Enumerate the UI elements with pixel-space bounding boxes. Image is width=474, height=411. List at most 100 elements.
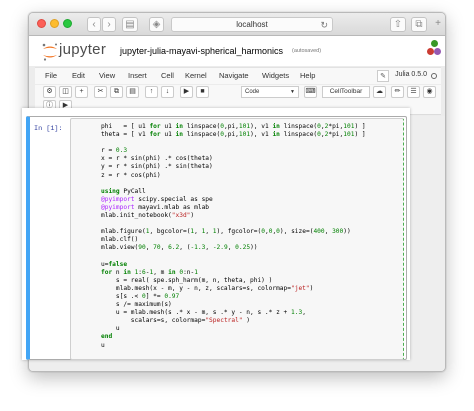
code-line[interactable]: phi = [ u1 for u1 in linspace(0,pi,101),… — [101, 123, 401, 131]
share-icon[interactable]: ⇧ — [390, 17, 406, 32]
code-token: for — [149, 131, 161, 139]
cloud-icon[interactable]: ☁ — [373, 86, 386, 98]
list-icon[interactable]: ☰ — [407, 86, 420, 98]
code-editor[interactable]: phi = [ u1 for u1 in linspace(0,pi,101),… — [101, 123, 401, 350]
code-token: *pi, — [328, 123, 344, 130]
code-token: ) — [309, 284, 314, 292]
code-line[interactable]: z = r * cos(phi) — [101, 172, 401, 180]
code-line[interactable]: s[s .< 0] *= 0.97 — [101, 293, 401, 301]
code-line[interactable]: mlab.mesh(x - m, y - n, z, scalars=s, co… — [101, 285, 401, 293]
code-token: 90 — [138, 244, 146, 252]
menu-cell[interactable]: Cell — [161, 71, 174, 80]
menu-file[interactable]: File — [45, 71, 57, 80]
code-token: ) — [190, 212, 195, 220]
code-line[interactable]: mlab.init_notebook("x3d") — [101, 212, 401, 220]
code-line[interactable]: theta = [ v1 for u1 in linspace(0,pi,101… — [101, 131, 401, 139]
celltoolbar-button[interactable]: CellToolbar — [322, 86, 370, 98]
sidebar-icon[interactable]: ▤ — [122, 17, 138, 32]
code-line[interactable]: y = r * sin(phi) .* sin(theta) — [101, 163, 401, 171]
paste-icon[interactable]: ▤ — [126, 86, 139, 98]
code-line[interactable]: x = r * sin(phi) .* cos(theta) — [101, 155, 401, 163]
code-token: x = r * sin(phi) .* cos(theta) — [101, 155, 213, 163]
code-token: ,pi, — [223, 131, 239, 139]
code-token: PyCall — [119, 187, 146, 195]
code-token: for — [149, 123, 161, 130]
code-token: :n- — [183, 268, 195, 276]
jupyter-logo-icon[interactable] — [41, 42, 59, 62]
code-token: u1 — [160, 131, 176, 139]
code-token: mlab.view( — [101, 244, 139, 252]
code-line[interactable]: @pyimport scipy.special as spe — [101, 196, 401, 204]
code-token: "jet" — [291, 284, 310, 292]
shield-icon[interactable]: ◈ — [149, 17, 164, 32]
code-line[interactable]: s = real( spe.sph_harm(m, n, theta, phi)… — [101, 277, 401, 285]
code-line[interactable]: end — [101, 333, 401, 341]
brush-icon[interactable]: ✏ — [391, 86, 404, 98]
code-line[interactable]: u = mlab.mesh(s .* x - m, s .* y - n, s … — [101, 309, 401, 317]
code-line[interactable]: using PyCall — [101, 188, 401, 196]
code-token: @pyimport — [101, 203, 135, 211]
code-line[interactable]: @pyimport mayavi.mlab as mlab — [101, 204, 401, 212]
back-icon[interactable]: ‹ — [87, 17, 101, 32]
new-tab-icon[interactable]: + — [433, 17, 443, 32]
run-icon[interactable]: ▶ — [180, 86, 193, 98]
code-token: , — [160, 244, 169, 252]
code-line[interactable]: scalars=s, colormap="Spectral" ) — [101, 317, 401, 325]
zoom-window-button[interactable] — [63, 19, 72, 28]
menu-edit[interactable]: Edit — [72, 71, 85, 80]
kernel-status-icon — [431, 73, 437, 79]
code-token: 0.25 — [235, 244, 251, 252]
code-token: , — [324, 228, 333, 236]
tabs-icon[interactable]: ⧉ — [411, 17, 427, 32]
cut-icon[interactable]: ✂ — [94, 86, 107, 98]
github-icon[interactable]: ◉ — [423, 86, 436, 98]
save-icon[interactable]: ◫ — [59, 86, 72, 98]
notebook-name[interactable]: jupyter-julia-mayavi-spherical_harmonics — [120, 46, 283, 56]
code-line[interactable]: for n in 1:6-1, m in 0:n-1 — [101, 269, 401, 277]
code-token: ,pi, — [223, 123, 239, 130]
move-down-icon[interactable]: ↓ — [161, 86, 174, 98]
reload-icon[interactable]: ↻ — [320, 18, 328, 32]
code-token: ), v1 — [250, 123, 273, 130]
menu-view[interactable]: View — [99, 71, 115, 80]
edit-pencil-icon[interactable]: ✎ — [377, 70, 389, 82]
code-token: ) ] — [354, 131, 366, 139]
menu-help[interactable]: Help — [300, 71, 315, 80]
add-cell-icon[interactable]: + — [75, 86, 88, 98]
menu-navigate[interactable]: Navigate — [219, 71, 249, 80]
jupyter-logo-text[interactable]: jupyter — [59, 41, 106, 58]
kernel-name[interactable]: Julia 0.5.0 — [395, 71, 427, 78]
code-token: in — [272, 123, 280, 130]
code-line[interactable] — [101, 253, 401, 261]
code-line[interactable]: s /= maximum(s) — [101, 301, 401, 309]
keyboard-icon[interactable]: ⌨ — [304, 86, 317, 98]
code-token: y = r * sin(phi) .* sin(theta) — [101, 163, 213, 171]
code-token: mlab.init_notebook( — [101, 212, 172, 220]
stop-icon[interactable]: ■ — [196, 86, 209, 98]
forward-icon[interactable]: › — [102, 17, 116, 32]
code-token: , ( — [179, 244, 191, 252]
copy-icon[interactable]: ⧉ — [110, 86, 123, 98]
code-line[interactable]: r = 0.3 — [101, 147, 401, 155]
cell-type-select[interactable]: Code ▼ — [241, 86, 299, 98]
code-line[interactable]: u — [101, 342, 401, 350]
command-palette-icon[interactable]: ⚙ — [43, 86, 56, 98]
code-line[interactable]: u — [101, 325, 401, 333]
code-line[interactable] — [101, 220, 401, 228]
code-line[interactable]: mlab.clf() — [101, 236, 401, 244]
move-up-icon[interactable]: ↑ — [145, 86, 158, 98]
minimize-window-button[interactable] — [50, 19, 59, 28]
code-line[interactable]: mlab.figure(1, bgcolor=(1, 1, 1), fgcolo… — [101, 228, 401, 236]
menu-widgets[interactable]: Widgets — [262, 71, 289, 80]
code-line[interactable]: u=false — [101, 261, 401, 269]
code-token: 1.3 — [291, 309, 303, 317]
url-bar[interactable]: localhost ↻ — [171, 17, 333, 32]
code-line[interactable] — [101, 139, 401, 147]
close-window-button[interactable] — [37, 19, 46, 28]
menu-kernel[interactable]: Kernel — [185, 71, 207, 80]
code-line[interactable]: mlab.view(90, 70, 6.2, (-1.3, -2.9, 0.25… — [101, 244, 401, 252]
code-line[interactable] — [101, 180, 401, 188]
code-token: ), fgcolor=( — [216, 228, 262, 236]
code-token: linspace( — [279, 131, 318, 139]
menu-insert[interactable]: Insert — [128, 71, 147, 80]
